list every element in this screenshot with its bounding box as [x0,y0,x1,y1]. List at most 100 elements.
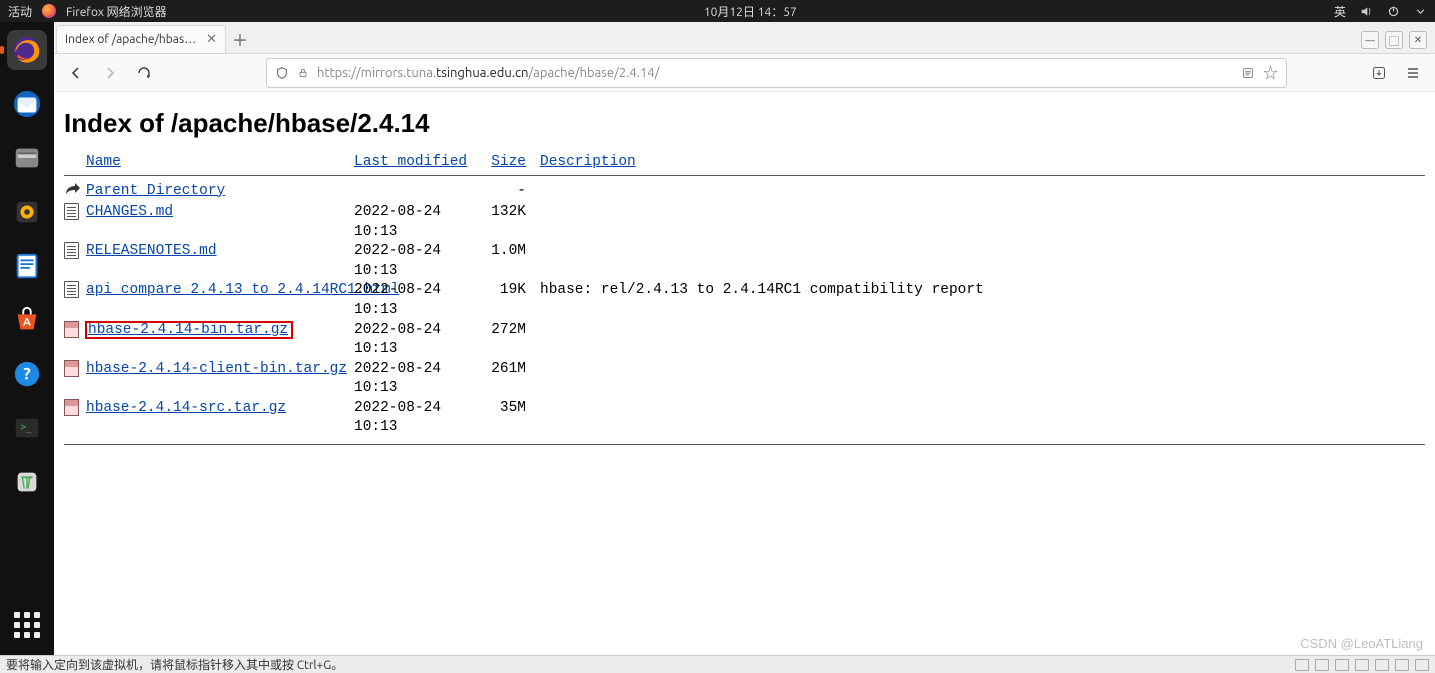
dock-software[interactable]: A [7,300,47,340]
file-description [526,399,540,438]
forward-button[interactable] [98,61,122,85]
page-content: Index of /apache/hbase/2.4.14 Name Last … [54,92,1435,655]
text-file-icon [64,281,79,298]
listing-end-rule [64,444,1425,445]
page-title: Index of /apache/hbase/2.4.14 [64,108,1425,139]
sort-by-modified[interactable]: Last modified [354,154,467,170]
file-modified: 2022-08-24 10:13 [354,321,482,360]
file-size: 272M [482,321,526,360]
file-link[interactable]: api_compare_2.4.13_to_2.4.14RC1.html [86,282,399,298]
software-icon: A [12,305,42,335]
dock: A ? >_ [0,22,54,655]
thunderbird-icon [12,89,42,119]
tab-close-icon[interactable]: ✕ [206,32,217,47]
archive-file-icon [64,360,79,377]
svg-text:?: ? [23,365,30,384]
file-link[interactable]: hbase-2.4.14-client-bin.tar.gz [86,361,347,377]
file-link[interactable]: CHANGES.md [86,204,173,220]
text-file-icon [64,203,79,220]
directory-listing: Name Last modified Size Description Pare… [64,153,1425,445]
speaker-icon [12,197,42,227]
browser-window: Index of /apache/hbase/2.4… ✕ ＋ — ▢ ✕ ht… [54,22,1435,655]
file-size: 35M [482,399,526,438]
dock-terminal[interactable]: >_ [7,408,47,448]
new-tab-button[interactable]: ＋ [226,25,254,53]
gnome-top-bar: 活动 Firefox 网络浏览器 10月12日 14：57 英 [0,0,1435,22]
file-size: 261M [482,360,526,399]
writer-icon [12,251,42,281]
parent-dir-icon [64,182,80,204]
sort-by-description[interactable]: Description [540,154,636,170]
lock-icon [297,67,309,79]
volume-icon[interactable] [1360,5,1373,18]
vmware-hint-text: 要将输入定向到该虚拟机，请将鼠标指针移入其中或按 Ctrl+G。 [6,656,343,673]
clock-label[interactable]: 10月12日 14：57 [167,3,1334,20]
listing-header: Name Last modified Size Description [64,153,1425,176]
back-button[interactable] [64,61,88,85]
app-menu-button[interactable] [1401,61,1425,85]
reload-button[interactable] [132,61,156,85]
listing-row: hbase-2.4.14-client-bin.tar.gz 2022-08-24… [64,360,1425,399]
firefox-indicator-icon [42,4,56,18]
file-modified: 2022-08-24 10:13 [354,281,482,320]
file-modified: 2022-08-24 10:13 [354,203,482,242]
browser-toolbar: https://mirrors.tuna.tsinghua.edu.cn/apa… [54,54,1435,92]
dock-trash[interactable] [7,462,47,502]
terminal-icon: >_ [12,413,42,443]
file-description [526,360,540,399]
svg-text:>_: >_ [20,422,32,433]
archive-file-icon [64,399,79,416]
text-file-icon [64,242,79,259]
vmware-device-icons[interactable] [1295,659,1429,671]
svg-text:A: A [23,317,31,329]
listing-row: hbase-2.4.14-bin.tar.gz 2022-08-24 10:132… [64,321,1425,360]
apps-grid-icon [14,612,40,638]
activities-button[interactable]: 活动 [8,3,32,20]
listing-row: CHANGES.md 2022-08-24 10:13132K [64,203,1425,242]
sort-by-name[interactable]: Name [86,154,121,170]
tab-title: Index of /apache/hbase/2.4… [65,33,200,46]
sort-by-size[interactable]: Size [491,154,526,170]
firefox-icon [11,34,43,66]
window-minimize-button[interactable]: — [1361,31,1379,49]
dock-firefox[interactable] [7,30,47,70]
window-close-button[interactable]: ✕ [1409,31,1427,49]
file-description [526,242,540,281]
bookmark-star-icon[interactable]: ☆ [1263,62,1278,83]
file-modified: 2022-08-24 10:13 [354,360,482,399]
file-size: 132K [482,203,526,242]
dock-apps-grid[interactable] [7,605,47,645]
dock-libreoffice-writer[interactable] [7,246,47,286]
dock-rhythmbox[interactable] [7,192,47,232]
file-link[interactable]: RELEASENOTES.md [86,243,217,259]
vmware-status-bar: 要将输入定向到该虚拟机，请将鼠标指针移入其中或按 Ctrl+G。 [0,655,1435,673]
current-app-label[interactable]: Firefox 网络浏览器 [66,3,167,20]
url-bar[interactable]: https://mirrors.tuna.tsinghua.edu.cn/apa… [266,58,1287,88]
listing-row: api_compare_2.4.13_to_2.4.14RC1.html2022… [64,281,1425,320]
file-link[interactable]: hbase-2.4.14-bin.tar.gz [86,322,292,338]
tabstrip: Index of /apache/hbase/2.4… ✕ ＋ — ▢ ✕ [54,22,1435,54]
files-icon [12,143,42,173]
reader-mode-icon[interactable] [1241,66,1255,80]
dock-thunderbird[interactable] [7,84,47,124]
browser-tab[interactable]: Index of /apache/hbase/2.4… ✕ [56,25,226,53]
menu-chevron-icon[interactable] [1414,5,1427,18]
help-icon: ? [12,359,42,389]
url-text: https://mirrors.tuna.tsinghua.edu.cn/apa… [317,66,1233,80]
file-link[interactable]: hbase-2.4.14-src.tar.gz [86,400,286,416]
window-maximize-button[interactable]: ▢ [1385,31,1403,49]
archive-file-icon [64,321,79,338]
downloads-button[interactable] [1367,61,1391,85]
parent-directory-link[interactable]: Parent Directory [86,183,225,199]
listing-row: RELEASENOTES.md2022-08-24 10:131.0M [64,242,1425,281]
power-icon[interactable] [1387,5,1400,18]
input-method-indicator[interactable]: 英 [1334,3,1346,20]
trash-icon [12,467,42,497]
file-description: hbase: rel/2.4.13 to 2.4.14RC1 compatibi… [526,281,984,320]
listing-row-parent: Parent Directory- [64,182,1425,204]
file-size: 1.0M [482,242,526,281]
dock-help[interactable]: ? [7,354,47,394]
file-modified: 2022-08-24 10:13 [354,399,482,438]
dock-files[interactable] [7,138,47,178]
file-size: 19K [482,281,526,320]
